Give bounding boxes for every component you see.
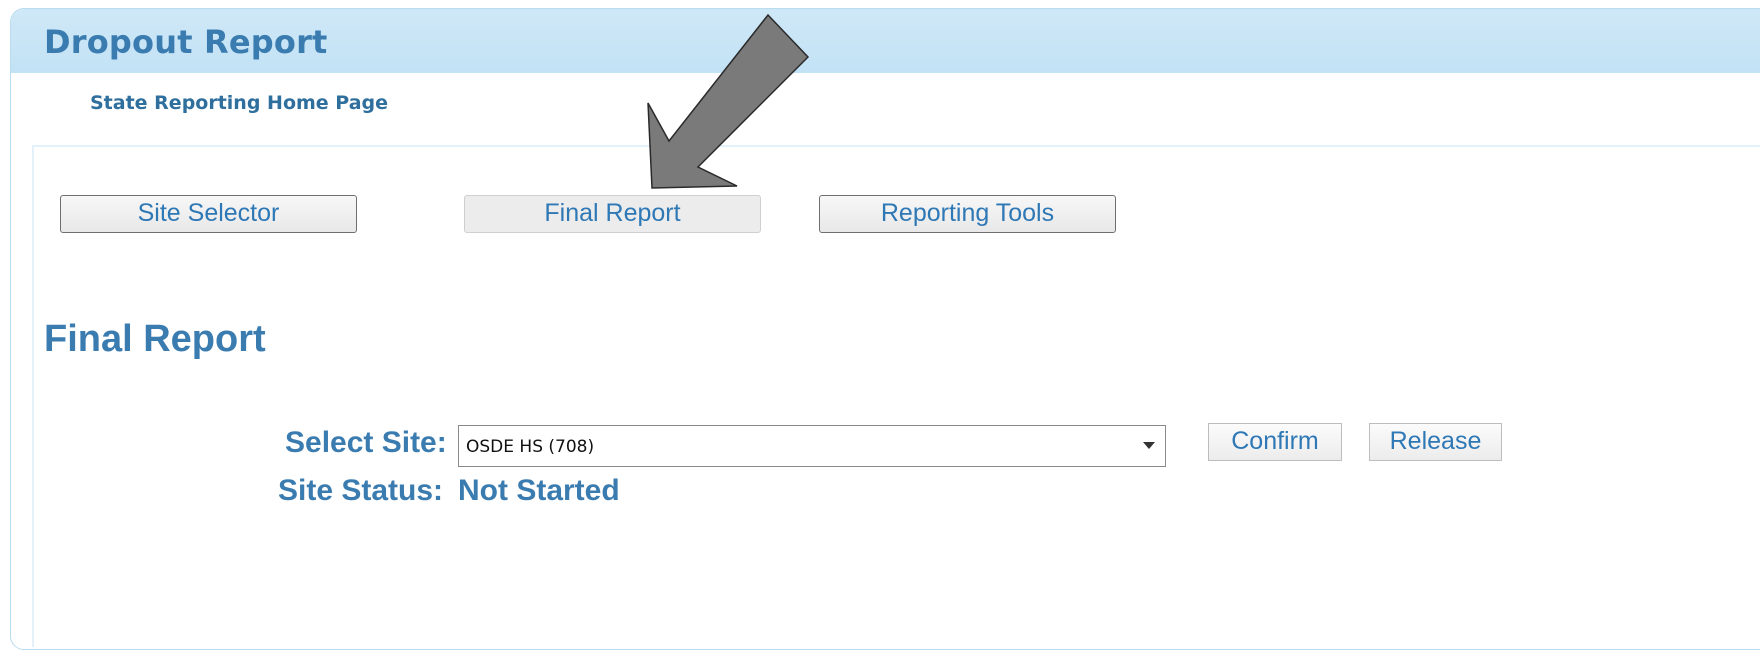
title-bar: Dropout Report	[11, 9, 1760, 73]
section-title: Final Report	[44, 318, 266, 360]
state-reporting-home-link[interactable]: State Reporting Home Page	[90, 92, 388, 114]
confirm-button[interactable]: Confirm	[1208, 423, 1342, 461]
site-select[interactable]: OSDE HS (708)	[458, 425, 1166, 467]
window-title: Dropout Report	[44, 23, 328, 61]
select-site-label: Select Site:	[285, 426, 447, 459]
site-select-value: OSDE HS (708)	[466, 437, 595, 457]
site-selector-button[interactable]: Site Selector	[60, 195, 357, 233]
arrow-down-left-icon	[647, 13, 810, 189]
release-button[interactable]: Release	[1369, 423, 1502, 461]
chevron-down-icon[interactable]	[1143, 442, 1155, 449]
final-report-button[interactable]: Final Report	[464, 195, 761, 233]
site-status-value: Not Started	[458, 474, 620, 507]
reporting-tools-button[interactable]: Reporting Tools	[819, 195, 1116, 233]
site-status-label: Site Status:	[278, 474, 444, 507]
